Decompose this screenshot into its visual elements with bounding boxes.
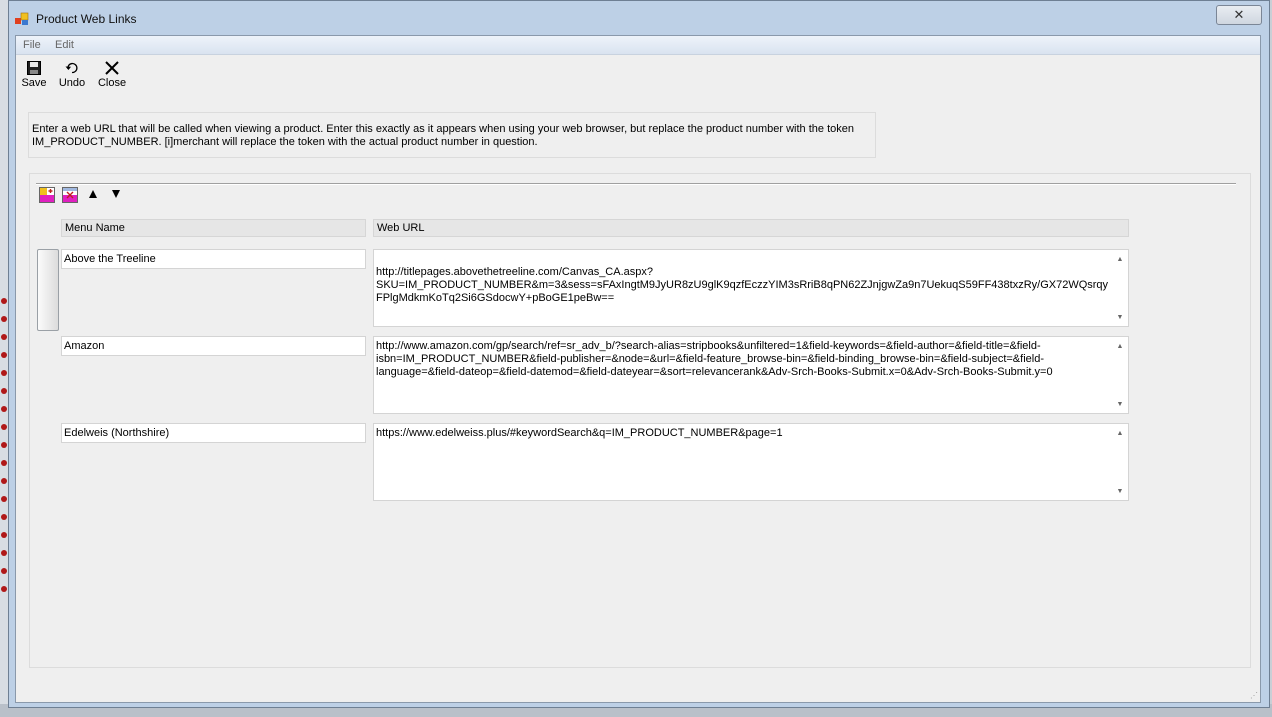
web-url-input[interactable]: http://titlepages.abovethetreeline.com/C…	[373, 249, 1129, 327]
web-url-text: https://www.edelweiss.plus/#keywordSearc…	[376, 427, 783, 439]
menu-name-input[interactable]: Edelweis (Northshire)	[61, 423, 366, 443]
move-down-icon	[112, 190, 120, 198]
toolbar: Save Undo Close	[16, 56, 1260, 96]
menu-file[interactable]: File	[23, 39, 41, 51]
close-icon	[105, 61, 119, 75]
web-url-text: http://www.amazon.com/gp/search/ref=sr_a…	[376, 340, 1053, 378]
scroll-down-icon[interactable]: ▼	[1115, 398, 1125, 411]
undo-icon	[65, 62, 78, 74]
save-button[interactable]: Save	[18, 60, 50, 96]
menu-bar: File Edit	[16, 36, 1260, 55]
scroll-down-icon[interactable]: ▼	[1115, 485, 1125, 498]
web-url-header: Web URL	[373, 219, 1129, 237]
background-app-strip	[0, 0, 8, 717]
undo-label: Undo	[58, 77, 86, 89]
web-url-input[interactable]: https://www.edelweiss.plus/#keywordSearc…	[373, 423, 1129, 501]
app-icon	[15, 12, 29, 25]
window-close-button[interactable]: ✕	[1216, 5, 1262, 25]
add-row-icon	[39, 187, 55, 203]
web-url-input[interactable]: http://www.amazon.com/gp/search/ref=sr_a…	[373, 336, 1129, 414]
scroll-up-icon[interactable]: ▲	[1115, 253, 1125, 266]
instructions-panel: Enter a web URL that will be called when…	[28, 112, 876, 158]
menu-edit[interactable]: Edit	[55, 39, 74, 51]
scroll-down-icon[interactable]: ▼	[1115, 311, 1125, 324]
url-scrollbar[interactable]: ▲ ▼	[1112, 337, 1128, 413]
url-scrollbar[interactable]: ▲ ▼	[1112, 250, 1128, 326]
menu-name-input[interactable]: Above the Treeline	[61, 249, 366, 269]
delete-row-button[interactable]	[61, 187, 79, 205]
menu-name-header: Menu Name	[61, 219, 366, 237]
row-selector-scrollbar[interactable]	[37, 249, 59, 331]
close-icon: ✕	[1233, 7, 1245, 22]
save-label: Save	[21, 77, 47, 89]
delete-row-icon	[62, 187, 78, 203]
web-links-panel: Menu Name Web URL Above the Treeline htt…	[29, 173, 1251, 668]
web-url-text: http://titlepages.abovethetreeline.com/C…	[376, 266, 1109, 304]
instructions-text: Enter a web URL that will be called when…	[32, 123, 854, 148]
move-up-icon	[89, 190, 97, 198]
url-scrollbar[interactable]: ▲ ▼	[1112, 424, 1128, 500]
menu-name-input[interactable]: Amazon	[61, 336, 366, 356]
client-area: File Edit Save Undo Close Enter a web UR…	[15, 35, 1261, 703]
add-row-button[interactable]	[38, 187, 56, 205]
undo-button[interactable]: Undo	[56, 60, 88, 96]
scroll-up-icon[interactable]: ▲	[1115, 427, 1125, 440]
divider	[36, 183, 1236, 185]
close-button[interactable]: Close	[96, 60, 128, 96]
save-icon	[27, 61, 41, 75]
window-title: Product Web Links	[36, 12, 137, 26]
scroll-up-icon[interactable]: ▲	[1115, 340, 1125, 353]
move-down-button[interactable]	[107, 187, 125, 205]
close-label: Close	[97, 77, 127, 89]
title-bar[interactable]: Product Web Links ✕	[9, 1, 1269, 35]
resize-grip-icon[interactable]: ⋰	[1250, 691, 1258, 700]
product-web-links-window: Product Web Links ✕ File Edit Save Undo …	[8, 0, 1270, 708]
move-up-button[interactable]	[84, 187, 102, 205]
